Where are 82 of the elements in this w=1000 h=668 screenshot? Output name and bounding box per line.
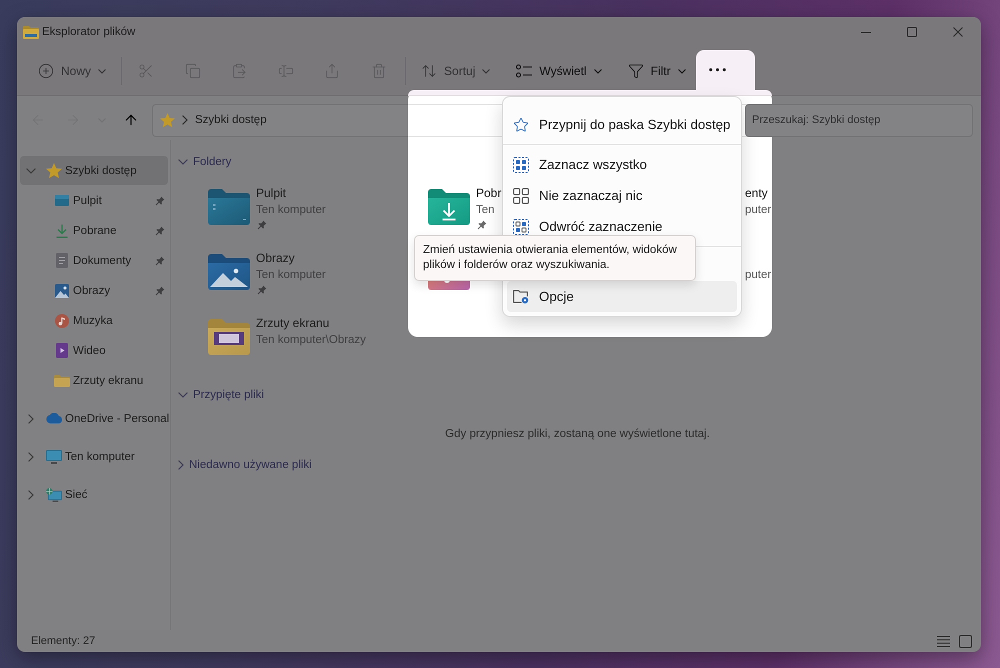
sidebar-item[interactable]: Ten komputer <box>20 442 168 471</box>
empty-squares-icon <box>513 188 529 204</box>
breadcrumb-item[interactable]: Szybki dostęp <box>195 114 267 126</box>
folder-name: Pobr <box>476 184 502 202</box>
empty-message: Gdy przypniesz pliki, zostaną one wyświetlone tutaj. <box>445 426 710 442</box>
sidebar-item[interactable]: Wideo <box>20 336 168 365</box>
folder-location: Ten komputer <box>256 268 326 282</box>
window-title: Eksplorator plików <box>42 26 136 38</box>
ellipsis-icon <box>709 68 726 72</box>
download-arrow-icon <box>56 224 68 238</box>
folder-location: puter <box>745 268 772 282</box>
copy-icon <box>184 63 201 79</box>
menu-item[interactable]: Przypnij do paska Szybki dostęp <box>507 109 737 140</box>
sidebar-item[interactable]: Obrazy <box>20 276 168 305</box>
sidebar-item[interactable]: Muzyka <box>20 306 168 335</box>
address-bar[interactable]: Szybki dostęp <box>152 104 408 136</box>
caret-icon <box>98 68 106 74</box>
document-icon <box>56 253 68 268</box>
network-icon <box>46 488 62 502</box>
bullet-list-icon <box>516 64 532 78</box>
up-arrow-icon <box>123 112 139 128</box>
more-button[interactable] <box>696 50 755 90</box>
caret-icon <box>678 68 686 74</box>
desktop-icon <box>55 195 69 206</box>
filter-button[interactable]: Filtr <box>620 55 694 87</box>
caret-icon <box>482 68 490 74</box>
folder-location: puter <box>745 202 772 218</box>
folder-icon <box>23 26 39 38</box>
folder-name: enty <box>745 184 768 202</box>
sidebar-item[interactable]: Pulpit <box>20 186 168 215</box>
folder-icon <box>54 374 70 386</box>
mixed-squares-icon <box>513 218 529 234</box>
folder-location: Ten komputer\Obrazy <box>256 332 366 348</box>
screenshot-folder-icon <box>208 318 250 354</box>
menu-item[interactable]: Nie zaznaczaj nic <box>507 180 737 211</box>
folder-gear-icon <box>513 289 529 304</box>
star-icon <box>160 112 175 128</box>
tooltip: Zmień ustawienia otwierania elementów, widoków plików i folderów oraz wyszukiwania. <box>414 235 696 281</box>
folder-location: Ten <box>476 202 495 218</box>
sidebar-item[interactable]: Zrzuty ekranu <box>20 366 168 395</box>
star-icon <box>513 116 529 132</box>
monitor-icon <box>46 450 62 464</box>
menu-item[interactable]: Zaznacz wszystko <box>507 149 737 180</box>
folder-name: Obrazy <box>256 250 295 266</box>
clipboard-icon <box>231 63 248 79</box>
sidebar-item[interactable]: Sieć <box>20 480 168 509</box>
picture-folder-icon <box>208 254 250 290</box>
chevron-right-icon <box>182 115 188 125</box>
picture-icon <box>55 284 69 298</box>
section-header[interactable]: Niedawno używane pliki <box>174 455 316 475</box>
square-icon <box>958 634 972 648</box>
funnel-icon <box>628 63 644 79</box>
folder-location: Ten komputer <box>256 202 326 218</box>
section-header[interactable]: Foldery <box>174 152 236 172</box>
star-icon <box>46 162 62 178</box>
folder-name: Pulpit <box>256 184 286 202</box>
sidebar-item[interactable]: Pobrane <box>20 216 168 245</box>
folder-icon <box>208 188 250 224</box>
sidebar-item[interactable]: Dokumenty <box>20 246 168 275</box>
maximize-icon <box>907 27 917 37</box>
view-button[interactable]: Wyświetl <box>508 55 610 87</box>
search-field[interactable]: Przeszukaj: Szybki dostęp <box>745 104 973 136</box>
music-note-icon <box>55 314 69 328</box>
sidebar-item[interactable]: OneDrive - Personal <box>20 404 168 433</box>
trash-icon <box>370 63 387 79</box>
sidebar-item[interactable]: Szybki dostęp <box>20 156 168 185</box>
close-icon <box>953 27 963 37</box>
filled-squares-icon <box>513 156 529 172</box>
list-icon <box>936 636 950 646</box>
item-count: Elementy: 27 <box>31 635 96 647</box>
text-cursor-icon <box>278 63 294 79</box>
caret-icon <box>594 68 602 74</box>
share-icon <box>324 63 340 79</box>
folder-name: Zrzuty ekranu <box>256 314 330 332</box>
scissors-icon <box>138 63 154 79</box>
cloud-icon <box>46 413 62 424</box>
sort-arrows-icon <box>421 63 438 79</box>
plus-circle-icon <box>38 63 54 79</box>
video-icon <box>56 343 68 358</box>
download-folder-icon <box>428 188 470 224</box>
section-header[interactable]: Przypięte pliki <box>174 385 268 405</box>
menu-item[interactable]: Opcje <box>507 281 737 312</box>
